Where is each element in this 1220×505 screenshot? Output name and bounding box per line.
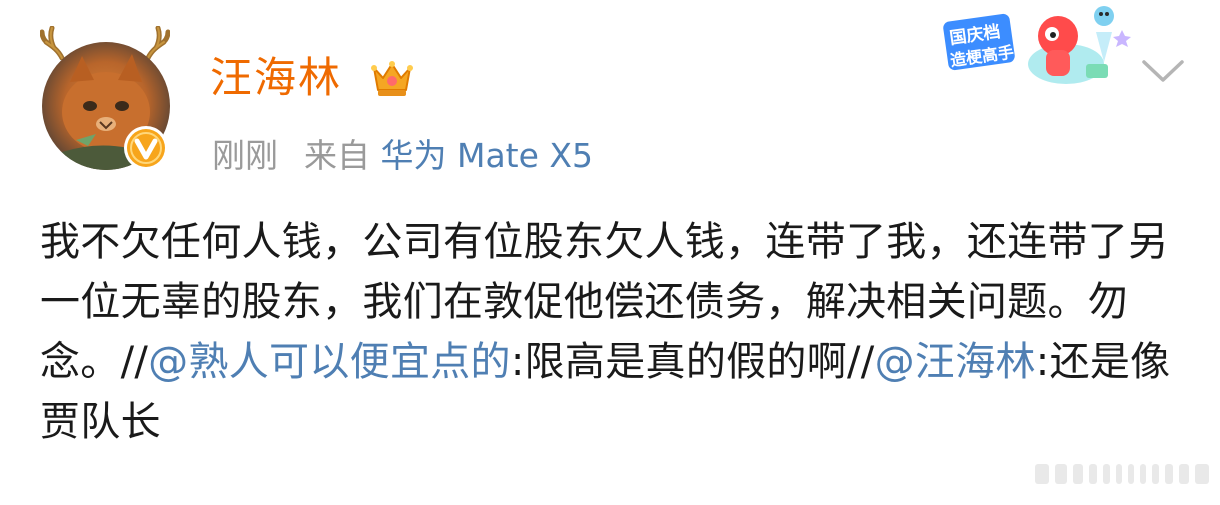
avatar[interactable] bbox=[38, 26, 178, 176]
mention-link[interactable]: @熟人可以便宜点的 bbox=[148, 339, 511, 385]
mascot-icon bbox=[1028, 6, 1131, 84]
verified-v-icon bbox=[127, 129, 165, 167]
source-device-link[interactable]: 华为 Mate X5 bbox=[381, 136, 594, 175]
promo-badge[interactable]: 国庆档 造梗高手 bbox=[936, 2, 1136, 98]
post-meta: 刚刚 来自 华为 Mate X5 bbox=[212, 134, 593, 178]
post-text-segment: :限高是真的假的啊// bbox=[510, 339, 875, 385]
image-strip-decoration bbox=[1035, 464, 1209, 484]
mention-link[interactable]: @汪海林 bbox=[875, 339, 1036, 385]
crown-icon bbox=[371, 61, 413, 96]
username[interactable]: 汪海林 bbox=[210, 50, 342, 106]
post-content: 我不欠任何人钱，公司有位股东欠人钱，连带了我，还连带了另一位无辜的股东，我们在敦… bbox=[40, 212, 1190, 452]
chevron-down-icon[interactable] bbox=[1136, 50, 1190, 92]
verified-badge bbox=[124, 126, 168, 170]
source-prefix: 来自 bbox=[304, 136, 370, 175]
promo-badge-label-icon: 国庆档 造梗高手 bbox=[940, 10, 1018, 74]
post-time: 刚刚 bbox=[212, 136, 278, 175]
